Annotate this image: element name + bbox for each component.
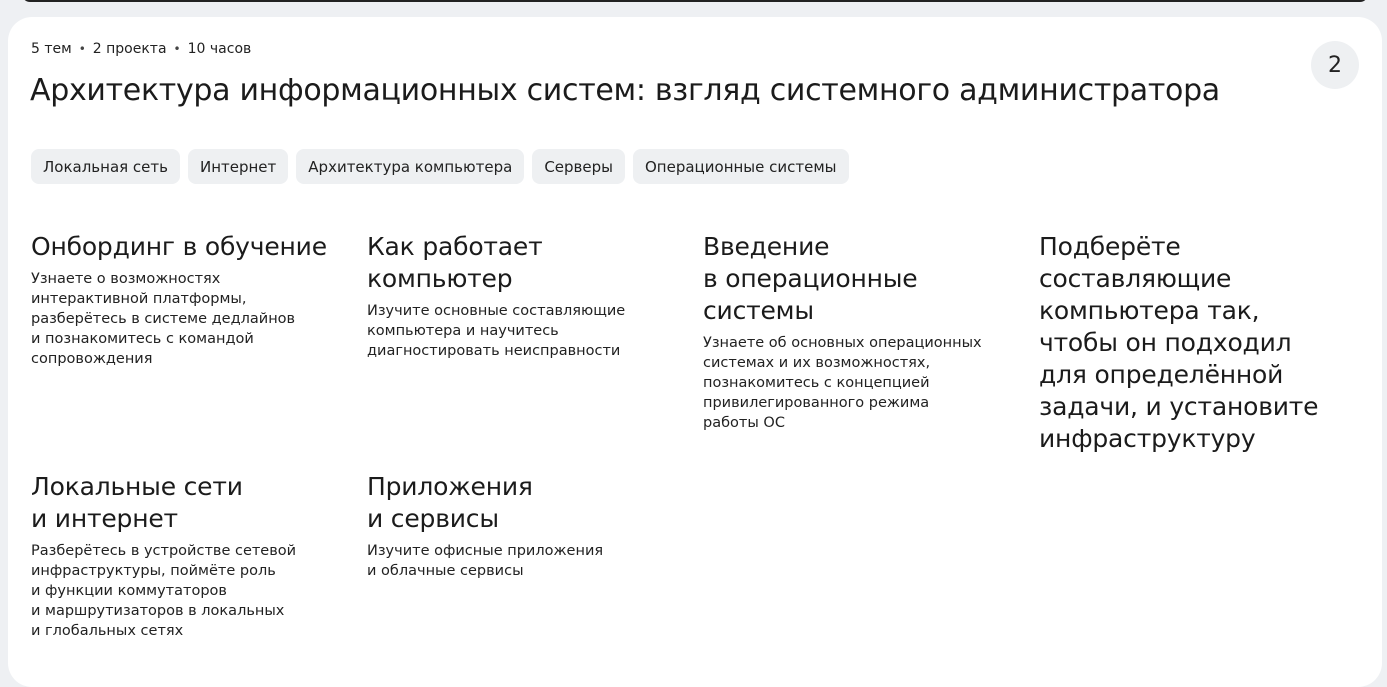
module-title-line: Подберёте xyxy=(1039,232,1181,261)
module-title: Подберёте составляющие компьютера так, ч… xyxy=(1039,231,1339,455)
module-title-line: Приложения xyxy=(367,472,533,501)
module-desc-line: инфраструктуры, поймёте роль xyxy=(31,563,276,579)
module-description: Узнаете о возможностях интерактивной пла… xyxy=(31,269,341,369)
hours-count: 10 часов xyxy=(187,41,252,57)
module-title-line: Как работает xyxy=(367,232,543,261)
module-title-line: задачи, и установите xyxy=(1039,392,1319,421)
meta-separator: • xyxy=(173,42,181,56)
course-meta: 5 тем • 2 проекта • 10 часов xyxy=(31,41,251,57)
module-title-line: и интернет xyxy=(31,504,178,533)
module-how-computer-works: Как работает компьютер Изучите основные … xyxy=(367,231,667,361)
module-description: Узнаете об основных операционных система… xyxy=(703,333,1003,433)
module-title-line: в операционные xyxy=(703,264,918,293)
course-card[interactable]: 5 тем • 2 проекта • 10 часов Архитектура… xyxy=(8,17,1382,687)
module-title: Локальные сети и интернет xyxy=(31,471,331,535)
module-title-line: составляющие xyxy=(1039,264,1232,293)
module-desc-line: системах и их возможностях, xyxy=(703,355,931,371)
meta-separator: • xyxy=(78,42,86,56)
module-description: Изучите основные составляющие компьютера… xyxy=(367,301,667,361)
module-desc-line: Узнаете об основных операционных xyxy=(703,335,982,351)
module-title: Как работает компьютер xyxy=(367,231,667,295)
module-desc-line: интерактивной платформы, xyxy=(31,291,247,307)
module-title: Введение в операционные системы xyxy=(703,231,1003,327)
module-desc-line: работы ОС xyxy=(703,415,785,431)
module-title-line: компьютер xyxy=(367,264,513,293)
module-desc-line: и функции коммутаторов xyxy=(31,583,227,599)
module-title-line: Введение xyxy=(703,232,830,261)
module-desc-line: и маршрутизаторов в локальных xyxy=(31,603,285,619)
module-desc-line: диагностировать неисправности xyxy=(367,343,621,359)
course-number-badge: 2 xyxy=(1311,41,1359,89)
module-description: Разберётесь в устройстве сетевой инфраст… xyxy=(31,541,331,641)
module-desc-line: Узнаете о возможностях xyxy=(31,271,221,287)
topics-count: 5 тем xyxy=(31,41,72,57)
module-networks-internet: Локальные сети и интернет Разберётесь в … xyxy=(31,471,331,641)
module-desc-line: познакомитесь с концепцией xyxy=(703,375,930,391)
tag-operating-systems: Операционные системы xyxy=(633,149,849,184)
tag-list: Локальная сеть Интернет Архитектура комп… xyxy=(31,149,849,184)
module-desc-line: Изучите офисные приложения xyxy=(367,543,604,559)
module-title-line: Онбординг в обучение xyxy=(31,232,327,261)
module-title-line: для определённой xyxy=(1039,360,1284,389)
tag-internet: Интернет xyxy=(187,149,289,184)
module-title-line: и сервисы xyxy=(367,504,499,533)
module-title-line: системы xyxy=(703,296,814,325)
tag-servers: Серверы xyxy=(532,149,625,184)
tag-computer-architecture: Архитектура компьютера xyxy=(296,149,525,184)
module-desc-line: разберётесь в системе дедлайнов xyxy=(31,311,296,327)
module-desc-line: Изучите основные составляющие xyxy=(367,303,626,319)
module-title: Приложения и сервисы xyxy=(367,471,667,535)
module-desc-line: и познакомитесь с командой xyxy=(31,331,254,347)
projects-count: 2 проекта xyxy=(92,41,167,57)
previous-card-edge xyxy=(22,0,1368,2)
module-desc-line: сопровождения xyxy=(31,351,153,367)
module-apps-services: Приложения и сервисы Изучите офисные при… xyxy=(367,471,667,581)
module-title: Онбординг в обучение xyxy=(31,231,341,263)
module-title-line: компьютера так, xyxy=(1039,296,1260,325)
module-desc-line: компьютера и научитесь xyxy=(367,323,559,339)
module-title-line: инфраструктуру xyxy=(1039,424,1256,453)
module-project-infrastructure: Подберёте составляющие компьютера так, ч… xyxy=(1039,231,1339,455)
module-title-line: Локальные сети xyxy=(31,472,243,501)
module-title-line: чтобы он подходил xyxy=(1039,328,1292,357)
module-description: Изучите офисные приложения и облачные се… xyxy=(367,541,667,581)
module-intro-os: Введение в операционные системы Узнаете … xyxy=(703,231,1003,433)
module-desc-line: и облачные сервисы xyxy=(367,563,524,579)
module-desc-line: и глобальных сетях xyxy=(31,623,184,639)
module-desc-line: привилегированного режима xyxy=(703,395,930,411)
tag-local-network: Локальная сеть xyxy=(31,149,180,184)
module-onboarding: Онбординг в обучение Узнаете о возможнос… xyxy=(31,231,341,369)
course-title: Архитектура информационных систем: взгля… xyxy=(30,73,1220,108)
module-desc-line: Разберётесь в устройстве сетевой xyxy=(31,543,297,559)
